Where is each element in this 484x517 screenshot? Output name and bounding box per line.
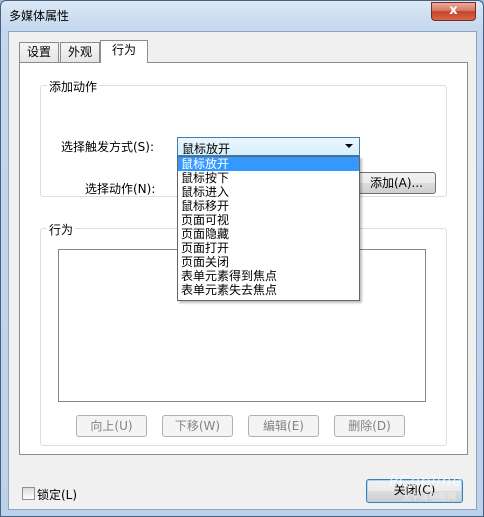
tab-behavior[interactable]: 行为 (100, 40, 148, 63)
lock-checkbox[interactable] (22, 487, 35, 500)
trigger-label: 选择触发方式(S): (61, 140, 155, 154)
trigger-select-value: 鼠标放开 (182, 142, 231, 156)
trigger-select[interactable]: 鼠标放开 (177, 137, 360, 156)
behavior-group-label: 行为 (47, 221, 76, 238)
tab-appearance[interactable]: 外观 (60, 42, 100, 62)
close-icon: x (449, 3, 458, 18)
dropdown-option[interactable]: 页面可视 (178, 213, 359, 227)
dropdown-option[interactable]: 页面打开 (178, 241, 359, 255)
dropdown-option[interactable]: 页面关闭 (178, 255, 359, 269)
delete-button[interactable]: 删除(D) (334, 415, 405, 437)
tab-settings[interactable]: 设置 (19, 42, 59, 62)
dropdown-option[interactable]: 鼠标移开 (178, 199, 359, 213)
chevron-down-icon (345, 144, 353, 148)
window-close-button[interactable]: x (431, 2, 476, 21)
edit-button[interactable]: 编辑(E) (248, 415, 319, 437)
dialog-window: 多媒体属性 x 设置 外观 行为 添加动作 选择触发方式(S): 鼠标放开 鼠标… (0, 0, 484, 517)
dropdown-option[interactable]: 鼠标进入 (178, 185, 359, 199)
dropdown-option[interactable]: 表单元素得到焦点 (178, 269, 359, 283)
dropdown-option[interactable]: 鼠标放开 (178, 157, 359, 171)
add-action-group-label: 添加动作 (47, 78, 100, 95)
move-down-button[interactable]: 下移(W) (162, 415, 233, 437)
lock-label: 锁定(L) (37, 488, 78, 502)
title-bar[interactable]: 多媒体属性 x (1, 1, 483, 29)
tab-panel-behavior: 添加动作 选择触发方式(S): 鼠标放开 鼠标放开 鼠标按下 鼠标进入 鼠标移开… (19, 62, 468, 455)
dropdown-option[interactable]: 表单元素失去焦点 (178, 283, 359, 297)
dropdown-option[interactable]: 鼠标按下 (178, 171, 359, 185)
move-up-button[interactable]: 向上(U) (76, 415, 147, 437)
watermark-subtitle: 太平洋电脑网 (402, 493, 457, 503)
dropdown-option[interactable]: 页面隐藏 (178, 227, 359, 241)
trigger-dropdown-list: 鼠标放开 鼠标按下 鼠标进入 鼠标移开 页面可视 页面隐藏 页面打开 页面关闭 … (177, 156, 360, 301)
watermark-logo: PConline (389, 472, 463, 490)
action-label: 选择动作(N): (85, 182, 156, 196)
add-action-button[interactable]: 添加(A)... (357, 172, 436, 194)
window-title: 多媒体属性 (9, 9, 70, 23)
dialog-client-area: 设置 外观 行为 添加动作 选择触发方式(S): 鼠标放开 鼠标放开 鼠标按下 … (8, 31, 477, 510)
